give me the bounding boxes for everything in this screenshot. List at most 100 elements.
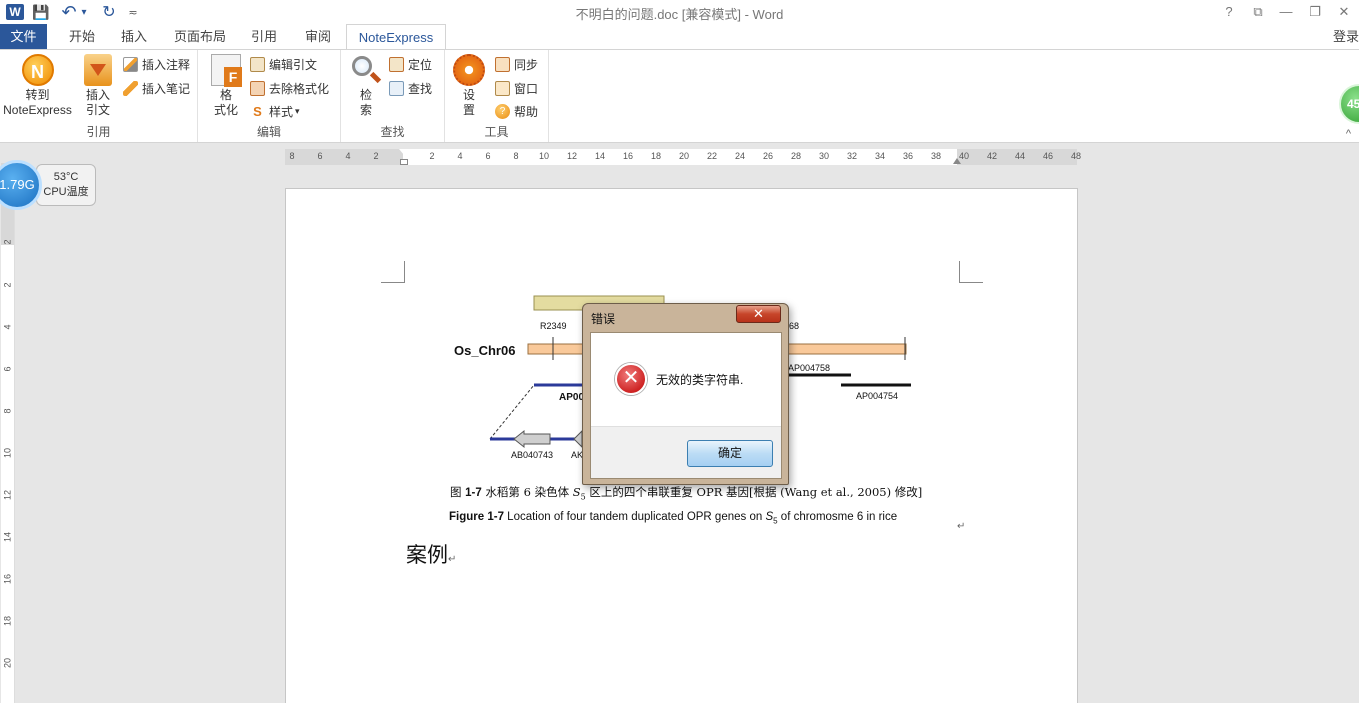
sync-icon (495, 56, 510, 72)
format-button[interactable]: F 格 式化 (208, 54, 244, 118)
ruler-tick-label: 36 (902, 151, 913, 161)
window-button[interactable]: 窗口 (495, 78, 538, 98)
settings-button[interactable]: 设 置 (451, 54, 487, 118)
caption-english[interactable]: Figure 1-7 Location of four tandem dupli… (449, 511, 897, 525)
ribbon-display-icon[interactable]: ⧉ (1247, 2, 1269, 22)
group-citation: N 转到 NoteExpress 插入 引文 插入注释 插入笔记 引用 (0, 50, 198, 142)
edit-citation-icon (250, 56, 265, 72)
ruler-tick-label: 8 (2, 408, 13, 414)
remove-format-button[interactable]: 去除格式化 (250, 78, 329, 98)
horizontal-ruler[interactable]: 8 6 4 2 2 4 6 8 10 12 14 16 18 20 22 24 26 28 30 32 34 36 38 40… (285, 149, 1081, 165)
find-icon (389, 80, 404, 96)
group-edit: F 格 式化 编辑引文 去除格式化 S 样式 ▾ 编辑 (198, 50, 341, 142)
style-icon: S (253, 103, 262, 119)
goto-noteexpress-button[interactable]: N 转到 NoteExpress (0, 54, 75, 118)
format-line1: 格 (219, 88, 232, 102)
ruler-tick-label: 2 (429, 151, 435, 161)
sync-button[interactable]: 同步 (495, 54, 538, 74)
ruler-tick-label: 16 (622, 151, 633, 161)
collapse-ribbon-icon[interactable]: ^ (1346, 128, 1351, 140)
label-ab040743: AB040743 (511, 450, 553, 460)
title-bar: W 💾 ↶ ▾ ↻ ≂ 不明白的问题.doc [兼容模式] - Word ? ⧉… (0, 0, 1359, 24)
ruler-tick-label: 14 (2, 532, 13, 543)
paragraph-mark: ↵ (957, 521, 966, 532)
tab-file[interactable]: 文件 (0, 24, 47, 49)
ruler-tick-label: 48 (1070, 151, 1081, 161)
help-icon[interactable]: ? (1218, 2, 1240, 22)
ruler-tick-label: 6 (317, 151, 323, 161)
ruler-tick-label: 12 (2, 490, 13, 501)
insert-citation-button[interactable]: 插入 引文 (80, 54, 116, 118)
ruler-tick-label: 8 (289, 151, 295, 161)
insert-memo-button[interactable]: 插入笔记 (123, 78, 190, 98)
ok-button[interactable]: 确定 (687, 440, 773, 467)
ak-arrow (573, 429, 583, 449)
insert-citation-line2: 引文 (85, 103, 110, 117)
minimize-icon[interactable]: — (1275, 2, 1297, 22)
ruler-tick-label: 40 (958, 151, 969, 161)
ruler-tick-label: 10 (2, 448, 13, 459)
tab-page-layout[interactable]: 页面布局 (168, 24, 232, 49)
ruler-tick-label: 34 (874, 151, 885, 161)
help-button[interactable]: ? 帮助 (495, 101, 538, 121)
ruler-tick-label: 4 (345, 151, 351, 161)
ruler-tick-label: 20 (678, 151, 689, 161)
ruler-tick-label: 28 (790, 151, 801, 161)
style-label: 样式 (269, 104, 294, 119)
settings-line1: 设 (462, 88, 475, 102)
tab-review[interactable]: 审阅 (298, 24, 338, 49)
style-dropdown[interactable]: S 样式 ▾ (250, 101, 300, 121)
help-label: 帮助 (514, 104, 539, 119)
insert-note-button[interactable]: 插入注释 (123, 54, 190, 74)
ruler-tick-label: 18 (2, 616, 13, 627)
vertical-ruler[interactable]: 2 2 4 6 8 10 12 14 16 18 20 (1, 163, 15, 703)
ruler-tick-label: 10 (538, 151, 549, 161)
window-title: 不明白的问题.doc [兼容模式] - Word (575, 7, 784, 22)
left-indent-marker[interactable] (400, 159, 408, 165)
insert-citation-line1: 插入 (85, 88, 110, 102)
heading-case[interactable]: 案例↵ (406, 539, 456, 569)
find-label: 查找 (408, 81, 433, 96)
search-button[interactable]: 检 索 (347, 54, 385, 118)
group-find: 检 索 定位 查找 查找 (341, 50, 445, 142)
note-pen-icon (123, 56, 138, 72)
locate-icon (389, 56, 404, 72)
find-button[interactable]: 查找 (389, 78, 432, 98)
ruler-tick-label: 12 (566, 151, 577, 161)
cpu-temperature-widget[interactable]: 53°C CPU温度 1.79G (0, 160, 105, 210)
remove-format-label: 去除格式化 (269, 81, 330, 96)
edit-citation-button[interactable]: 编辑引文 (250, 54, 317, 74)
dialog-close-button[interactable]: ✕ (736, 305, 781, 323)
maximize-icon[interactable]: ❐ (1304, 2, 1326, 22)
ruler-tick-label: 4 (2, 324, 13, 330)
cpu-temp-value: 53°C (53, 171, 79, 183)
tab-noteexpress[interactable]: NoteExpress (346, 24, 446, 50)
window-icon (495, 80, 510, 96)
first-line-indent-marker[interactable] (399, 149, 409, 155)
gear-icon (453, 54, 485, 86)
close-icon[interactable]: ✕ (1333, 2, 1355, 22)
dialog-body: ✕ 无效的类字符串. 确定 (590, 332, 782, 479)
tab-home[interactable]: 开始 (60, 24, 104, 49)
label-ap004754: AP004754 (856, 391, 898, 401)
chevron-down-icon: ▾ (295, 105, 300, 116)
memo-pencil-icon (123, 80, 138, 96)
magnifier-icon (350, 54, 382, 86)
insert-citation-icon (84, 54, 112, 86)
cpu-temp-label: CPU温度 (43, 186, 89, 198)
ribbon-tabs: 文件 开始 插入 页面布局 引用 审阅 NoteExpress 登录 (0, 24, 1359, 50)
ruler-tick-label: 24 (734, 151, 745, 161)
tab-insert[interactable]: 插入 (114, 24, 154, 49)
settings-line2: 置 (462, 103, 475, 117)
login-link[interactable]: 登录 (1333, 26, 1359, 45)
cpu-temp-bubble: 53°C CPU温度 (36, 164, 96, 206)
ruler-tick-label: 8 (513, 151, 519, 161)
tab-references[interactable]: 引用 (244, 24, 284, 49)
insert-memo-label: 插入笔记 (142, 81, 191, 96)
edit-citation-label: 编辑引文 (269, 57, 318, 72)
caption-chinese[interactable]: 图 1-7 水稻第 6 染色体 S5 区上的四个串联重复 OPR 基因[根据 (… (450, 484, 922, 501)
ruler-tick-label: 26 (762, 151, 773, 161)
format-line2: 式化 (213, 103, 238, 117)
locate-button[interactable]: 定位 (389, 54, 432, 74)
crop-mark-top-left (381, 261, 405, 283)
